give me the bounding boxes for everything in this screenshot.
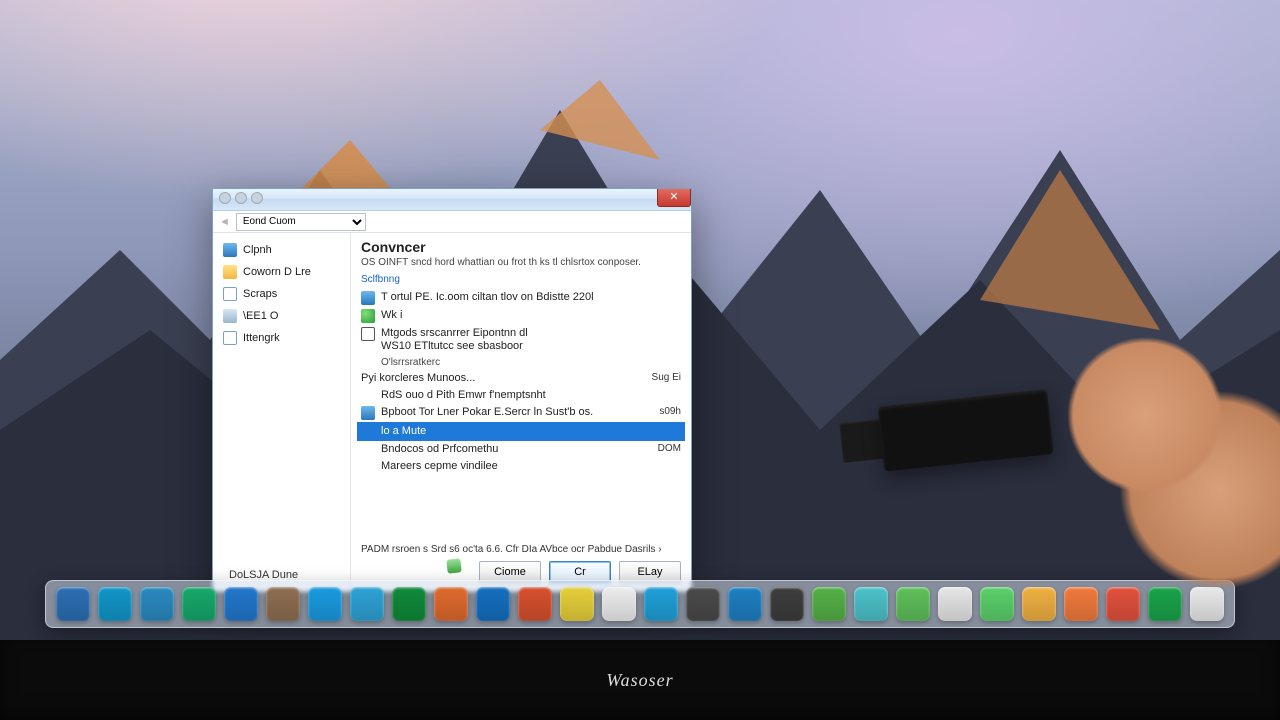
sidebar-item-3[interactable]: \EE1 O [213,305,350,327]
sidebar-item-label: Ittengrk [243,332,280,344]
list-row[interactable]: Bndocos od Prfcomethu DOM [361,441,681,458]
disk-icon [223,309,237,323]
chevron-right-icon: › [658,544,661,555]
page-subtitle: OS OINFT sncd hord whattian ou frot th k… [361,257,681,268]
row-label: Bndocos od Prfcomethu [381,443,629,456]
dock-app-0[interactable] [56,587,90,621]
window-controls-left [219,192,263,204]
titlebar[interactable]: ✕ [213,189,691,211]
dock-app-16[interactable] [728,587,762,621]
dock-app-14[interactable] [644,587,678,621]
dock-app-25[interactable] [1106,587,1140,621]
dock-app-5[interactable] [266,587,300,621]
option-label: Mtgods srscanrrer Eipontnn dl WS10 ETltu… [381,327,681,353]
dock-app-23[interactable] [1022,587,1056,621]
option-row[interactable]: Wk i [361,307,681,325]
dock-app-27[interactable] [1190,587,1224,621]
folder-icon [361,406,375,420]
monitor-bezel: Wasoser [0,640,1280,720]
titlebar-dot-icon [219,192,231,204]
dock-app-24[interactable] [1064,587,1098,621]
document-icon [223,331,237,345]
dock-app-17[interactable] [770,587,804,621]
dock-app-8[interactable] [392,587,426,621]
settings-link[interactable]: Sclfbnng [361,274,681,285]
row-label: Pyi korcleres Munoos... [361,372,629,385]
sidebar-item-0[interactable]: Clpnh [213,239,350,261]
sidebar-item-label: Clpnh [243,244,272,256]
dock-app-10[interactable] [476,587,510,621]
sidebar: Clpnh Coworn D Lre Scraps \EE1 O Ittengr… [213,233,351,591]
sidebar-item-label: \EE1 O [243,310,278,322]
row-size: DOM [635,443,681,454]
app-icon [361,309,375,323]
dock-app-4[interactable] [224,587,258,621]
dock-app-12[interactable] [560,587,594,621]
caption: O'lsrrsratkerc [381,357,681,368]
list-row-selected[interactable]: lo a Mute [357,422,685,441]
checkbox-icon [361,291,375,305]
dock-app-2[interactable] [140,587,174,621]
row-size: s09h [635,406,681,417]
dock-app-13[interactable] [602,587,636,621]
row-label: Mareers cepme vindilee [381,460,681,473]
document-icon [223,287,237,301]
option-row[interactable]: T ortul PE. Ic.oom ciltan tlov on Bdistt… [361,289,681,307]
toolbar: ◄ Eond Cuom [213,211,691,233]
back-icon[interactable]: ◄ [219,216,230,228]
dock-app-22[interactable] [980,587,1014,621]
dock-app-9[interactable] [434,587,468,621]
sidebar-item-4[interactable]: Ittengrk [213,327,350,349]
dock-app-18[interactable] [812,587,846,621]
footer-text: PADM rsroen s Srd s6 oc'ta 6.6. Cfr DIa … [361,536,681,555]
sidebar-item-1[interactable]: Coworn D Lre [213,261,350,283]
sidebar-item-label: Coworn D Lre [243,266,311,278]
list-row[interactable]: RdS ouo d Pith Emwr f'nemptsnht [361,387,681,404]
row-label: RdS ouo d Pith Emwr f'nemptsnht [381,389,681,402]
monitor-brand-label: Wasoser [606,670,673,691]
list-row[interactable]: Pyi korcleres Munoos... Sug Ei [361,370,681,387]
option-label: T ortul PE. Ic.oom ciltan tlov on Bdistt… [381,291,681,304]
dock-app-26[interactable] [1148,587,1182,621]
properties-dialog: ✕ ◄ Eond Cuom Clpnh Coworn D Lre Scraps … [212,188,692,592]
sidebar-item-label: Scraps [243,288,277,300]
option-label: Wk i [381,309,681,322]
close-button[interactable]: ✕ [657,189,691,207]
dock-app-20[interactable] [896,587,930,621]
folder-icon [223,265,237,279]
titlebar-dot-icon [235,192,247,204]
dock-app-1[interactable] [98,587,132,621]
dock-app-21[interactable] [938,587,972,621]
dock-app-19[interactable] [854,587,888,621]
dock-app-3[interactable] [182,587,216,621]
checkbox-icon[interactable] [361,327,375,341]
dialog-buttons: Ciome Cr ELay [361,555,681,583]
dock [45,580,1235,628]
location-dropdown[interactable]: Eond Cuom [236,213,366,231]
content-pane: Convncer OS OINFT sncd hord whattian ou … [351,233,691,591]
dock-app-6[interactable] [308,587,342,621]
titlebar-dot-icon [251,192,263,204]
page-title: Convncer [361,239,681,255]
row-label: Bpboot Tor Lner Pokar E.Sercr ln Sust'b … [381,406,629,419]
row-size: Sug Ei [635,372,681,383]
monitor-icon [223,243,237,257]
row-label: lo a Mute [381,425,681,438]
dock-app-7[interactable] [350,587,384,621]
dock-app-11[interactable] [518,587,552,621]
option-row[interactable]: Mtgods srscanrrer Eipontnn dl WS10 ETltu… [361,325,681,355]
list-row[interactable]: Mareers cepme vindilee [361,458,681,475]
list-row[interactable]: Bpboot Tor Lner Pokar E.Sercr ln Sust'b … [361,404,681,422]
dock-app-15[interactable] [686,587,720,621]
sidebar-item-2[interactable]: Scraps [213,283,350,305]
